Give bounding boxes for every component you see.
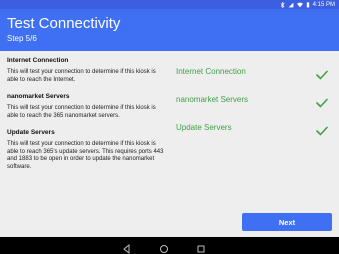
checkmark-icon [316, 123, 328, 136]
section-description: This will test your connection to determ… [7, 141, 164, 170]
app-header: Test Connectivity Step 5/6 [0, 9, 339, 51]
check-row-internet-connection: Internet Connection [176, 58, 334, 86]
check-row-update-servers: Update Servers [176, 114, 334, 142]
main-content: Internet Connection This will test your … [0, 51, 339, 237]
section-description: This will test your connection to determ… [7, 105, 156, 119]
signal-icon [288, 2, 294, 8]
section-title: Update Servers [7, 129, 55, 136]
page-title: Test Connectivity [7, 15, 121, 32]
section-title: Internet Connection [7, 57, 69, 64]
check-row-nanomarket-servers: nanomarket Servers [176, 86, 334, 114]
recents-icon[interactable] [196, 241, 206, 253]
status-time: 4:15 PM [312, 1, 335, 8]
status-bar: 4:15 PM [0, 0, 339, 9]
section-nanomarket-servers: nanomarket Servers This will test your c… [7, 92, 167, 120]
test-descriptions: Internet Connection This will test your … [7, 56, 167, 179]
wifi-icon [296, 2, 303, 8]
test-results: Internet Connection nanomarket Servers U… [176, 58, 334, 142]
home-icon[interactable] [159, 241, 169, 253]
bluetooth-icon [280, 1, 285, 8]
next-button[interactable]: Next [242, 213, 332, 231]
back-icon[interactable] [122, 241, 132, 254]
battery-icon [306, 1, 310, 8]
checkmark-icon [316, 95, 328, 108]
step-indicator: Step 5/6 [7, 34, 37, 43]
system-nav-bar [0, 237, 339, 254]
section-title: nanomarket Servers [7, 93, 70, 100]
check-label: Update Servers [176, 123, 232, 132]
section-internet-connection: Internet Connection This will test your … [7, 56, 167, 84]
check-label: nanomarket Servers [176, 95, 249, 104]
section-update-servers: Update Servers This will test your conne… [7, 128, 167, 171]
checkmark-icon [316, 67, 328, 80]
section-description: This will test your connection to determ… [7, 69, 156, 83]
check-label: Internet Connection [176, 67, 246, 76]
